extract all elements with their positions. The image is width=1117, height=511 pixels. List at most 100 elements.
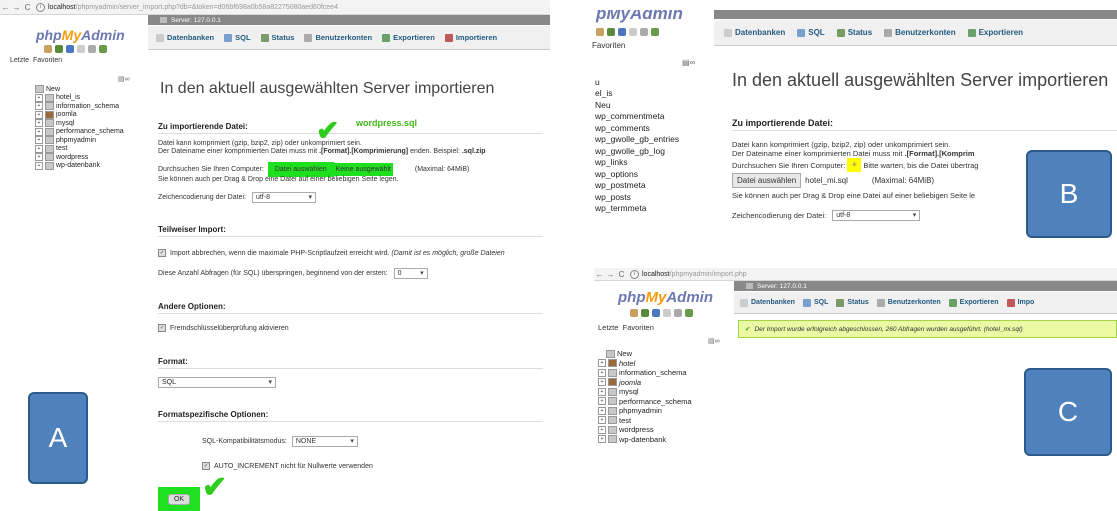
selected-file-name: hotel_mi.sql [805, 176, 848, 185]
tab-databases[interactable]: Datenbanken [724, 28, 785, 37]
tree-item[interactable]: wp_gwolle_gb_entries [595, 134, 679, 146]
ok-button[interactable]: OK [167, 493, 191, 505]
tab-databases[interactable]: Datenbanken [156, 33, 214, 42]
tab-export[interactable]: Exportieren [948, 298, 999, 307]
tab-sql[interactable]: SQL [802, 298, 828, 307]
logout-icon[interactable] [55, 45, 63, 53]
collapse-icon[interactable]: ▤∞ [708, 337, 720, 345]
tab-favorites[interactable]: Favoriten [592, 41, 625, 50]
url-host[interactable]: localhost [642, 271, 670, 278]
reload-icon[interactable]: C [616, 270, 627, 279]
fk-checkbox[interactable]: ✓ [158, 324, 166, 332]
settings-icon[interactable] [674, 309, 682, 317]
tree-item[interactable]: + phpmyadmin [35, 136, 124, 145]
charset-select[interactable]: utf-8 [251, 192, 316, 203]
tab-favorites[interactable]: Favoriten [33, 57, 62, 64]
home-icon[interactable] [630, 309, 638, 317]
tree-item[interactable]: wp_termmeta [595, 203, 679, 215]
tree-item[interactable]: + mysql [35, 119, 124, 128]
back-icon[interactable]: ← [594, 270, 605, 279]
choose-file-button[interactable]: Datei auswählen [267, 162, 334, 177]
help-icon[interactable] [66, 45, 74, 53]
url-path[interactable]: /phpmyadmin/import.php [670, 271, 747, 278]
tree-item[interactable]: wp_links [595, 157, 679, 169]
tree-item[interactable]: + hotel_is [35, 93, 124, 103]
tree-item[interactable]: wp_commentmeta [595, 111, 679, 123]
tab-status[interactable]: Status [836, 298, 869, 307]
tree-item[interactable]: wp_comments [595, 122, 679, 134]
tree-item[interactable]: + wp-datenbank [35, 161, 124, 171]
help-icon[interactable] [618, 28, 626, 36]
tree-item[interactable]: + hotel [598, 359, 692, 369]
settings-icon[interactable] [88, 45, 96, 53]
tree-item[interactable]: + test [35, 144, 124, 154]
reload-nav-icon[interactable] [651, 28, 659, 36]
tab-users[interactable]: Benutzerkonten [304, 33, 372, 42]
tree-item[interactable]: New [35, 85, 124, 94]
docs-icon[interactable] [663, 309, 671, 317]
autoinc-checkbox[interactable]: ✓ [202, 462, 210, 470]
logout-icon[interactable] [641, 309, 649, 317]
choose-file-button[interactable]: Datei auswählen [732, 173, 802, 188]
tree-item[interactable]: wp_gwolle_gb_log [595, 145, 679, 157]
tree-item[interactable]: wp_postmeta [595, 180, 679, 192]
format-select[interactable]: SQL [158, 377, 276, 388]
tree-item[interactable]: wp_options [595, 168, 679, 180]
tab-export[interactable]: Exportieren [967, 28, 1023, 37]
tree-item[interactable]: + information_schema [35, 102, 124, 111]
info-icon[interactable]: i [630, 269, 639, 279]
tab-favorites[interactable]: Favoriten [623, 323, 654, 332]
tab-sql[interactable]: SQL [797, 28, 825, 37]
tab-import[interactable]: Impo [1006, 298, 1034, 307]
tree-item[interactable]: + performance_schema [598, 397, 692, 407]
settings-icon[interactable] [640, 28, 648, 36]
reload-nav-icon[interactable] [685, 309, 693, 317]
logout-icon[interactable] [607, 28, 615, 36]
tree-item[interactable]: + joomla [598, 378, 692, 388]
tree-item[interactable]: + wordpress [598, 425, 692, 435]
collapse-icon[interactable]: ▤∞ [118, 75, 130, 83]
compat-select[interactable]: NONE [291, 436, 358, 447]
tab-users[interactable]: Benutzerkonten [884, 28, 956, 37]
tree-item[interactable]: + joomla [35, 110, 124, 120]
url-path[interactable]: /phpmyadmin/server_import.php?db=&token=… [76, 4, 338, 11]
tree-item[interactable]: + information_schema [598, 368, 692, 378]
tree-item[interactable]: u [595, 76, 679, 88]
home-icon[interactable] [44, 45, 52, 53]
users-icon [304, 33, 313, 42]
docs-icon[interactable] [629, 28, 637, 36]
tab-databases[interactable]: Datenbanken [740, 298, 795, 307]
tab-recent[interactable]: Letzte [10, 57, 29, 64]
tree-item[interactable]: el_is [595, 88, 679, 100]
reload-icon[interactable]: C [22, 3, 33, 12]
tab-recent[interactable]: Letzte [598, 323, 618, 332]
tree-item[interactable]: + wp-datenbank [598, 435, 692, 445]
tab-export[interactable]: Exportieren [382, 33, 435, 42]
skip-input[interactable]: 0 [393, 268, 428, 279]
tab-users[interactable]: Benutzerkonten [876, 298, 941, 307]
forward-icon[interactable]: → [605, 270, 616, 279]
help-icon[interactable] [652, 309, 660, 317]
tree-item[interactable]: Neu [595, 99, 679, 111]
tree-item[interactable]: + wordpress [35, 153, 124, 162]
tree-item[interactable]: + performance_schema [35, 127, 124, 137]
home-icon[interactable] [596, 28, 604, 36]
tab-sql[interactable]: SQL [224, 33, 251, 42]
charset-select[interactable]: utf-8 [832, 210, 921, 221]
tree-item[interactable]: + mysql [598, 387, 692, 397]
tree-item[interactable]: wp_posts [595, 191, 679, 203]
back-icon[interactable]: ← [0, 3, 11, 12]
tree-item[interactable]: + test [598, 416, 692, 426]
docs-icon[interactable] [77, 45, 85, 53]
collapse-icon[interactable]: ▤∞ [682, 58, 695, 67]
reload-nav-icon[interactable] [99, 45, 107, 53]
tab-status[interactable]: Status [260, 33, 294, 42]
tab-import[interactable]: Importieren [444, 33, 497, 42]
url-host[interactable]: localhost [48, 4, 76, 11]
info-icon[interactable]: i [36, 2, 45, 12]
tree-item[interactable]: + phpmyadmin [598, 406, 692, 416]
forward-icon[interactable]: → [11, 3, 22, 12]
abort-checkbox[interactable]: ✓ [158, 249, 166, 257]
tree-item[interactable]: New [598, 349, 692, 359]
tab-status[interactable]: Status [836, 28, 872, 37]
